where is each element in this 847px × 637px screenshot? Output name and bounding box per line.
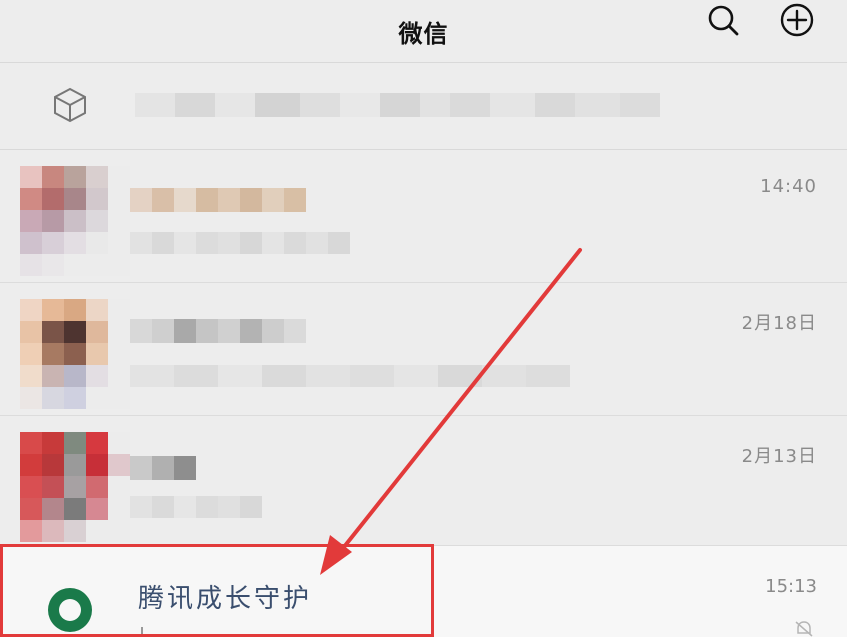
preview-text-cursor	[141, 627, 143, 637]
chat-preview-blurred	[130, 232, 350, 254]
chat-row[interactable]: 2月13日	[0, 416, 847, 546]
chat-row[interactable]: 2月18日	[0, 283, 847, 416]
avatar	[20, 299, 130, 409]
blurred-text	[135, 93, 660, 117]
chat-time: 15:13	[765, 576, 817, 597]
avatar	[20, 166, 130, 276]
chat-name-blurred	[130, 188, 306, 212]
chat-name-blurred	[130, 319, 306, 343]
device-login-row[interactable]	[0, 63, 847, 150]
chat-preview-blurred	[130, 496, 262, 518]
cube-icon	[54, 87, 86, 123]
chat-time: 2月18日	[741, 313, 817, 334]
chat-name-blurred	[130, 456, 196, 480]
chat-row[interactable]: 14:40	[0, 150, 847, 283]
chat-preview-blurred	[130, 365, 570, 387]
top-bar: 微信	[0, 0, 847, 63]
avatar	[20, 432, 130, 542]
tencent-growth-guardian-icon	[48, 588, 92, 632]
chat-row-tencent-growth-guardian[interactable]	[0, 546, 847, 637]
plus-circle-icon[interactable]	[779, 2, 815, 38]
mute-bell-icon	[795, 621, 813, 637]
chat-time: 2月13日	[741, 446, 817, 467]
chat-name: 腾讯成长守护	[138, 584, 313, 614]
search-icon[interactable]	[705, 2, 741, 38]
chat-time: 14:40	[760, 176, 817, 197]
